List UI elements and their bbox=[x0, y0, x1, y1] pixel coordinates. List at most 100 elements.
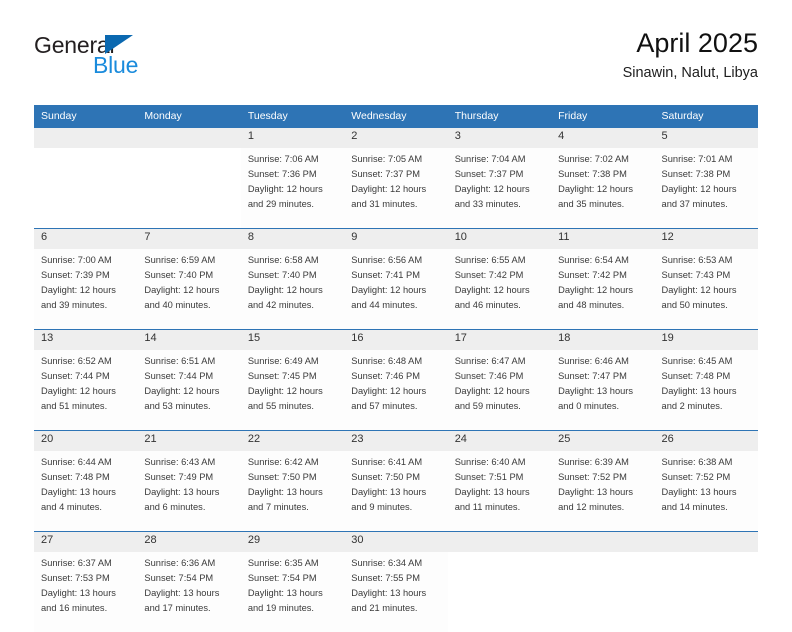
day-sunrise-text: Sunrise: 6:48 AM bbox=[351, 355, 423, 366]
day-number-cell[interactable]: 29 bbox=[240, 530, 345, 552]
day-number-cell[interactable]: 23 bbox=[344, 429, 448, 451]
day-sunset-text: Sunset: 7:46 PM bbox=[351, 370, 420, 381]
day-sunset-text: Sunset: 7:44 PM bbox=[144, 370, 214, 381]
day-number-cell[interactable]: 27 bbox=[34, 530, 138, 552]
day-daylight-line1-text: Daylight: 13 hours bbox=[41, 587, 116, 598]
day-daylight-line2-text: and 12 minutes. bbox=[558, 501, 625, 512]
day-sunset-text: Sunset: 7:41 PM bbox=[351, 269, 420, 280]
day-sunrise-text: Sunrise: 7:02 AM bbox=[558, 153, 629, 164]
day-number-cell[interactable]: 18 bbox=[551, 328, 655, 350]
weekday-header-tuesday: Tuesday bbox=[240, 105, 345, 128]
day-number-cell[interactable]: 28 bbox=[137, 530, 241, 552]
day-info-cell: Sunrise: 6:55 AM Sunset: 7:42 PM Daylight:… bbox=[447, 248, 552, 330]
weekday-header-wednesday: Wednesday bbox=[344, 105, 448, 128]
day-number-cell[interactable]: 11 bbox=[551, 227, 655, 249]
day-daylight-line2-text: and 7 minutes. bbox=[247, 501, 309, 512]
day-number-cell[interactable]: 9 bbox=[344, 227, 448, 249]
day-info-empty bbox=[137, 147, 241, 229]
day-number-cell[interactable]: 10 bbox=[447, 227, 552, 249]
day-number-cell[interactable]: 15 bbox=[240, 328, 345, 350]
day-number-cell[interactable]: 26 bbox=[654, 429, 758, 451]
day-info-empty bbox=[654, 551, 758, 632]
day-daylight-line1-text: Daylight: 12 hours bbox=[454, 284, 530, 295]
day-number-cell[interactable]: 5 bbox=[654, 127, 758, 148]
day-daylight-line1-text: Daylight: 12 hours bbox=[558, 284, 634, 295]
day-number-cell[interactable]: 2 bbox=[344, 127, 448, 148]
day-number-cell[interactable]: 8 bbox=[240, 227, 345, 249]
day-info-cell: Sunrise: 7:01 AM Sunset: 7:38 PM Daylight:… bbox=[654, 147, 758, 229]
day-sunset-text: Sunset: 7:53 PM bbox=[41, 572, 110, 583]
weekday-header-saturday: Saturday bbox=[654, 105, 758, 128]
day-sunrise-text: Sunrise: 6:42 AM bbox=[247, 456, 319, 467]
day-sunrise-text: Sunrise: 6:35 AM bbox=[247, 557, 319, 568]
page-header: General Blue April 2025 Sinawin, Nalut, … bbox=[34, 28, 758, 94]
day-info-cell: Sunrise: 6:34 AM Sunset: 7:55 PM Daylight:… bbox=[344, 551, 448, 632]
day-sunrise-text: Sunrise: 6:59 AM bbox=[144, 254, 216, 265]
day-daylight-line1-text: Daylight: 13 hours bbox=[144, 486, 220, 497]
week-info-row: Sunrise: 6:37 AM Sunset: 7:53 PM Daylight:… bbox=[34, 551, 758, 632]
day-daylight-line1-text: Daylight: 12 hours bbox=[144, 284, 220, 295]
day-info-cell: Sunrise: 6:41 AM Sunset: 7:50 PM Daylight:… bbox=[344, 450, 448, 532]
day-daylight-line1-text: Daylight: 12 hours bbox=[351, 385, 427, 396]
day-info-cell: Sunrise: 6:54 AM Sunset: 7:42 PM Daylight:… bbox=[551, 248, 655, 330]
day-number-cell[interactable]: 20 bbox=[34, 429, 138, 451]
day-number-cell[interactable]: 3 bbox=[447, 127, 552, 148]
day-info-cell: Sunrise: 6:56 AM Sunset: 7:41 PM Daylight:… bbox=[344, 248, 448, 330]
day-daylight-line2-text: and 59 minutes. bbox=[454, 400, 521, 411]
day-daylight-line2-text: and 16 minutes. bbox=[41, 602, 108, 613]
day-number-cell[interactable]: 22 bbox=[240, 429, 345, 451]
day-info-cell: Sunrise: 6:36 AM Sunset: 7:54 PM Daylight:… bbox=[137, 551, 241, 632]
day-daylight-line2-text: and 51 minutes. bbox=[41, 400, 108, 411]
day-daylight-line1-text: Daylight: 13 hours bbox=[661, 486, 737, 497]
day-daylight-line1-text: Daylight: 13 hours bbox=[247, 486, 323, 497]
day-sunrise-text: Sunrise: 6:52 AM bbox=[41, 355, 112, 366]
day-info-cell: Sunrise: 6:46 AM Sunset: 7:47 PM Daylight:… bbox=[551, 349, 655, 431]
day-number-cell[interactable]: 14 bbox=[137, 328, 241, 350]
day-daylight-line2-text: and 33 minutes. bbox=[454, 198, 521, 209]
day-number-cell[interactable]: 16 bbox=[344, 328, 448, 350]
day-number-cell[interactable]: 24 bbox=[447, 429, 552, 451]
day-number-cell[interactable]: 19 bbox=[654, 328, 758, 350]
day-sunset-text: Sunset: 7:45 PM bbox=[247, 370, 317, 381]
day-info-cell: Sunrise: 6:44 AM Sunset: 7:48 PM Daylight:… bbox=[34, 450, 138, 532]
day-number-empty bbox=[137, 127, 241, 148]
week-info-row: Sunrise: 6:44 AM Sunset: 7:48 PM Daylight:… bbox=[34, 450, 758, 532]
day-sunset-text: Sunset: 7:50 PM bbox=[247, 471, 317, 482]
day-daylight-line2-text: and 31 minutes. bbox=[351, 198, 418, 209]
day-number-cell[interactable]: 6 bbox=[34, 227, 138, 249]
day-number-empty bbox=[447, 530, 552, 552]
day-number-cell[interactable]: 25 bbox=[551, 429, 655, 451]
day-number-cell[interactable]: 30 bbox=[344, 530, 448, 552]
day-info-cell: Sunrise: 6:35 AM Sunset: 7:54 PM Daylight:… bbox=[240, 551, 345, 632]
day-number-cell[interactable]: 13 bbox=[34, 328, 138, 350]
day-number-cell[interactable]: 1 bbox=[240, 127, 345, 148]
day-sunrise-text: Sunrise: 6:55 AM bbox=[454, 254, 526, 265]
day-sunrise-text: Sunrise: 7:05 AM bbox=[351, 153, 423, 164]
day-sunset-text: Sunset: 7:36 PM bbox=[247, 168, 317, 179]
day-info-cell: Sunrise: 7:00 AM Sunset: 7:39 PM Daylight:… bbox=[34, 248, 138, 330]
week-daynumber-row: 12345 bbox=[34, 127, 758, 148]
day-sunrise-text: Sunrise: 6:45 AM bbox=[661, 355, 733, 366]
day-sunrise-text: Sunrise: 6:39 AM bbox=[558, 456, 629, 467]
day-daylight-line1-text: Daylight: 12 hours bbox=[247, 183, 323, 194]
day-daylight-line2-text: and 48 minutes. bbox=[558, 299, 625, 310]
day-number-cell[interactable]: 7 bbox=[137, 227, 241, 249]
day-info-empty bbox=[551, 551, 655, 632]
day-daylight-line1-text: Daylight: 13 hours bbox=[351, 587, 427, 598]
day-number-cell[interactable]: 21 bbox=[137, 429, 241, 451]
day-info-cell: Sunrise: 6:49 AM Sunset: 7:45 PM Daylight:… bbox=[240, 349, 345, 431]
day-daylight-line2-text: and 6 minutes. bbox=[144, 501, 206, 512]
day-sunrise-text: Sunrise: 6:46 AM bbox=[558, 355, 629, 366]
day-daylight-line2-text: and 40 minutes. bbox=[144, 299, 211, 310]
day-info-cell: Sunrise: 6:38 AM Sunset: 7:52 PM Daylight:… bbox=[654, 450, 758, 532]
day-sunrise-text: Sunrise: 6:34 AM bbox=[351, 557, 423, 568]
day-info-cell: Sunrise: 6:58 AM Sunset: 7:40 PM Daylight:… bbox=[240, 248, 345, 330]
weekday-header-monday: Monday bbox=[137, 105, 241, 128]
day-sunset-text: Sunset: 7:48 PM bbox=[661, 370, 731, 381]
day-daylight-line2-text: and 53 minutes. bbox=[144, 400, 211, 411]
weekday-header-friday: Friday bbox=[551, 105, 655, 128]
day-number-cell[interactable]: 4 bbox=[551, 127, 655, 148]
day-number-cell[interactable]: 17 bbox=[447, 328, 552, 350]
day-daylight-line1-text: Daylight: 13 hours bbox=[41, 486, 116, 497]
day-number-cell[interactable]: 12 bbox=[654, 227, 758, 249]
